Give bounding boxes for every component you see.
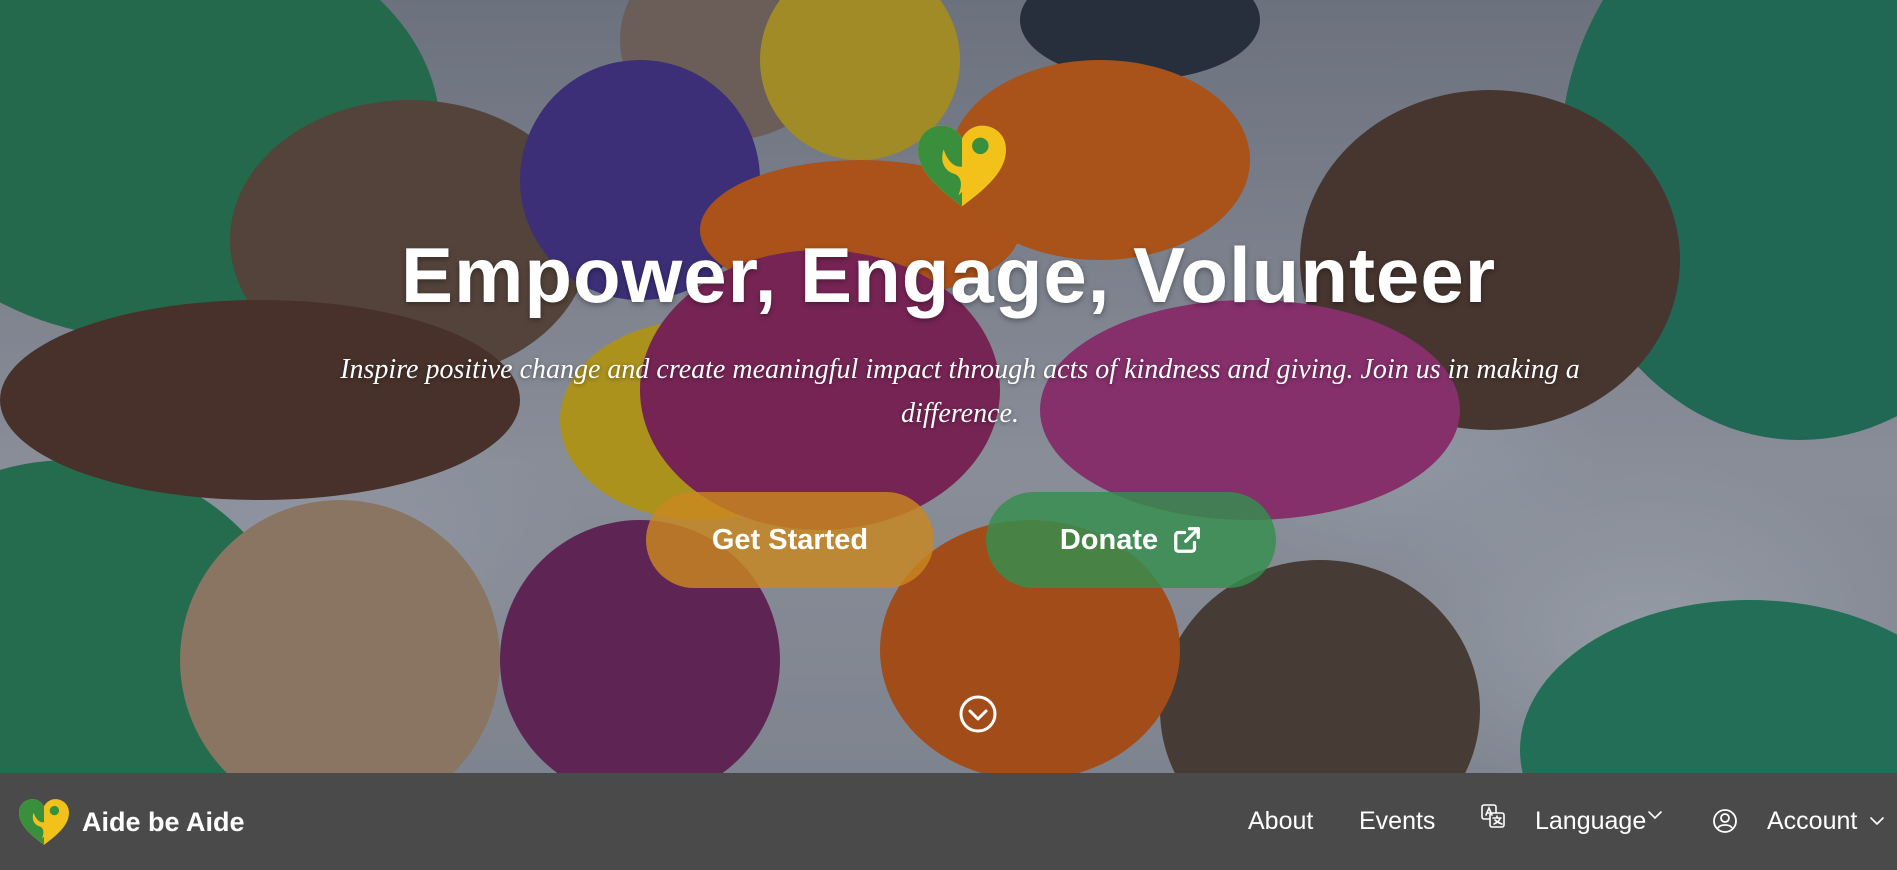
bottom-navbar: Aide be Aide About Events Language Accou… <box>0 773 1897 870</box>
chevron-down-icon[interactable] <box>1648 810 1662 820</box>
heart-logo-icon <box>19 799 69 845</box>
hero-section: Empower, Engage, Volunteer Inspire posit… <box>0 0 1897 773</box>
user-circle-icon[interactable] <box>1712 808 1738 834</box>
heart-logo-icon <box>918 125 1006 207</box>
translate-icon[interactable] <box>1480 803 1506 829</box>
nav-link-language[interactable]: Language <box>1535 807 1646 836</box>
brand-name: Aide be Aide <box>82 806 245 837</box>
donate-label: Donate <box>1059 523 1159 556</box>
nav-link-account[interactable]: Account <box>1767 807 1857 836</box>
external-link-icon <box>1174 527 1201 553</box>
chevron-down-icon[interactable] <box>1870 816 1884 826</box>
brand-link[interactable]: Aide be Aide <box>18 797 245 847</box>
get-started-label: Get Started <box>711 523 869 556</box>
hero-headline: Empower, Engage, Volunteer <box>400 231 1497 319</box>
chevron-down-circle-icon[interactable] <box>958 694 998 734</box>
nav-link-about[interactable]: About <box>1248 807 1313 836</box>
donate-button[interactable]: Donate <box>986 492 1276 588</box>
get-started-button[interactable]: Get Started <box>646 492 934 588</box>
hero-subheadline: Inspire positive change and create meani… <box>340 354 1580 429</box>
nav-link-events[interactable]: Events <box>1359 807 1435 836</box>
